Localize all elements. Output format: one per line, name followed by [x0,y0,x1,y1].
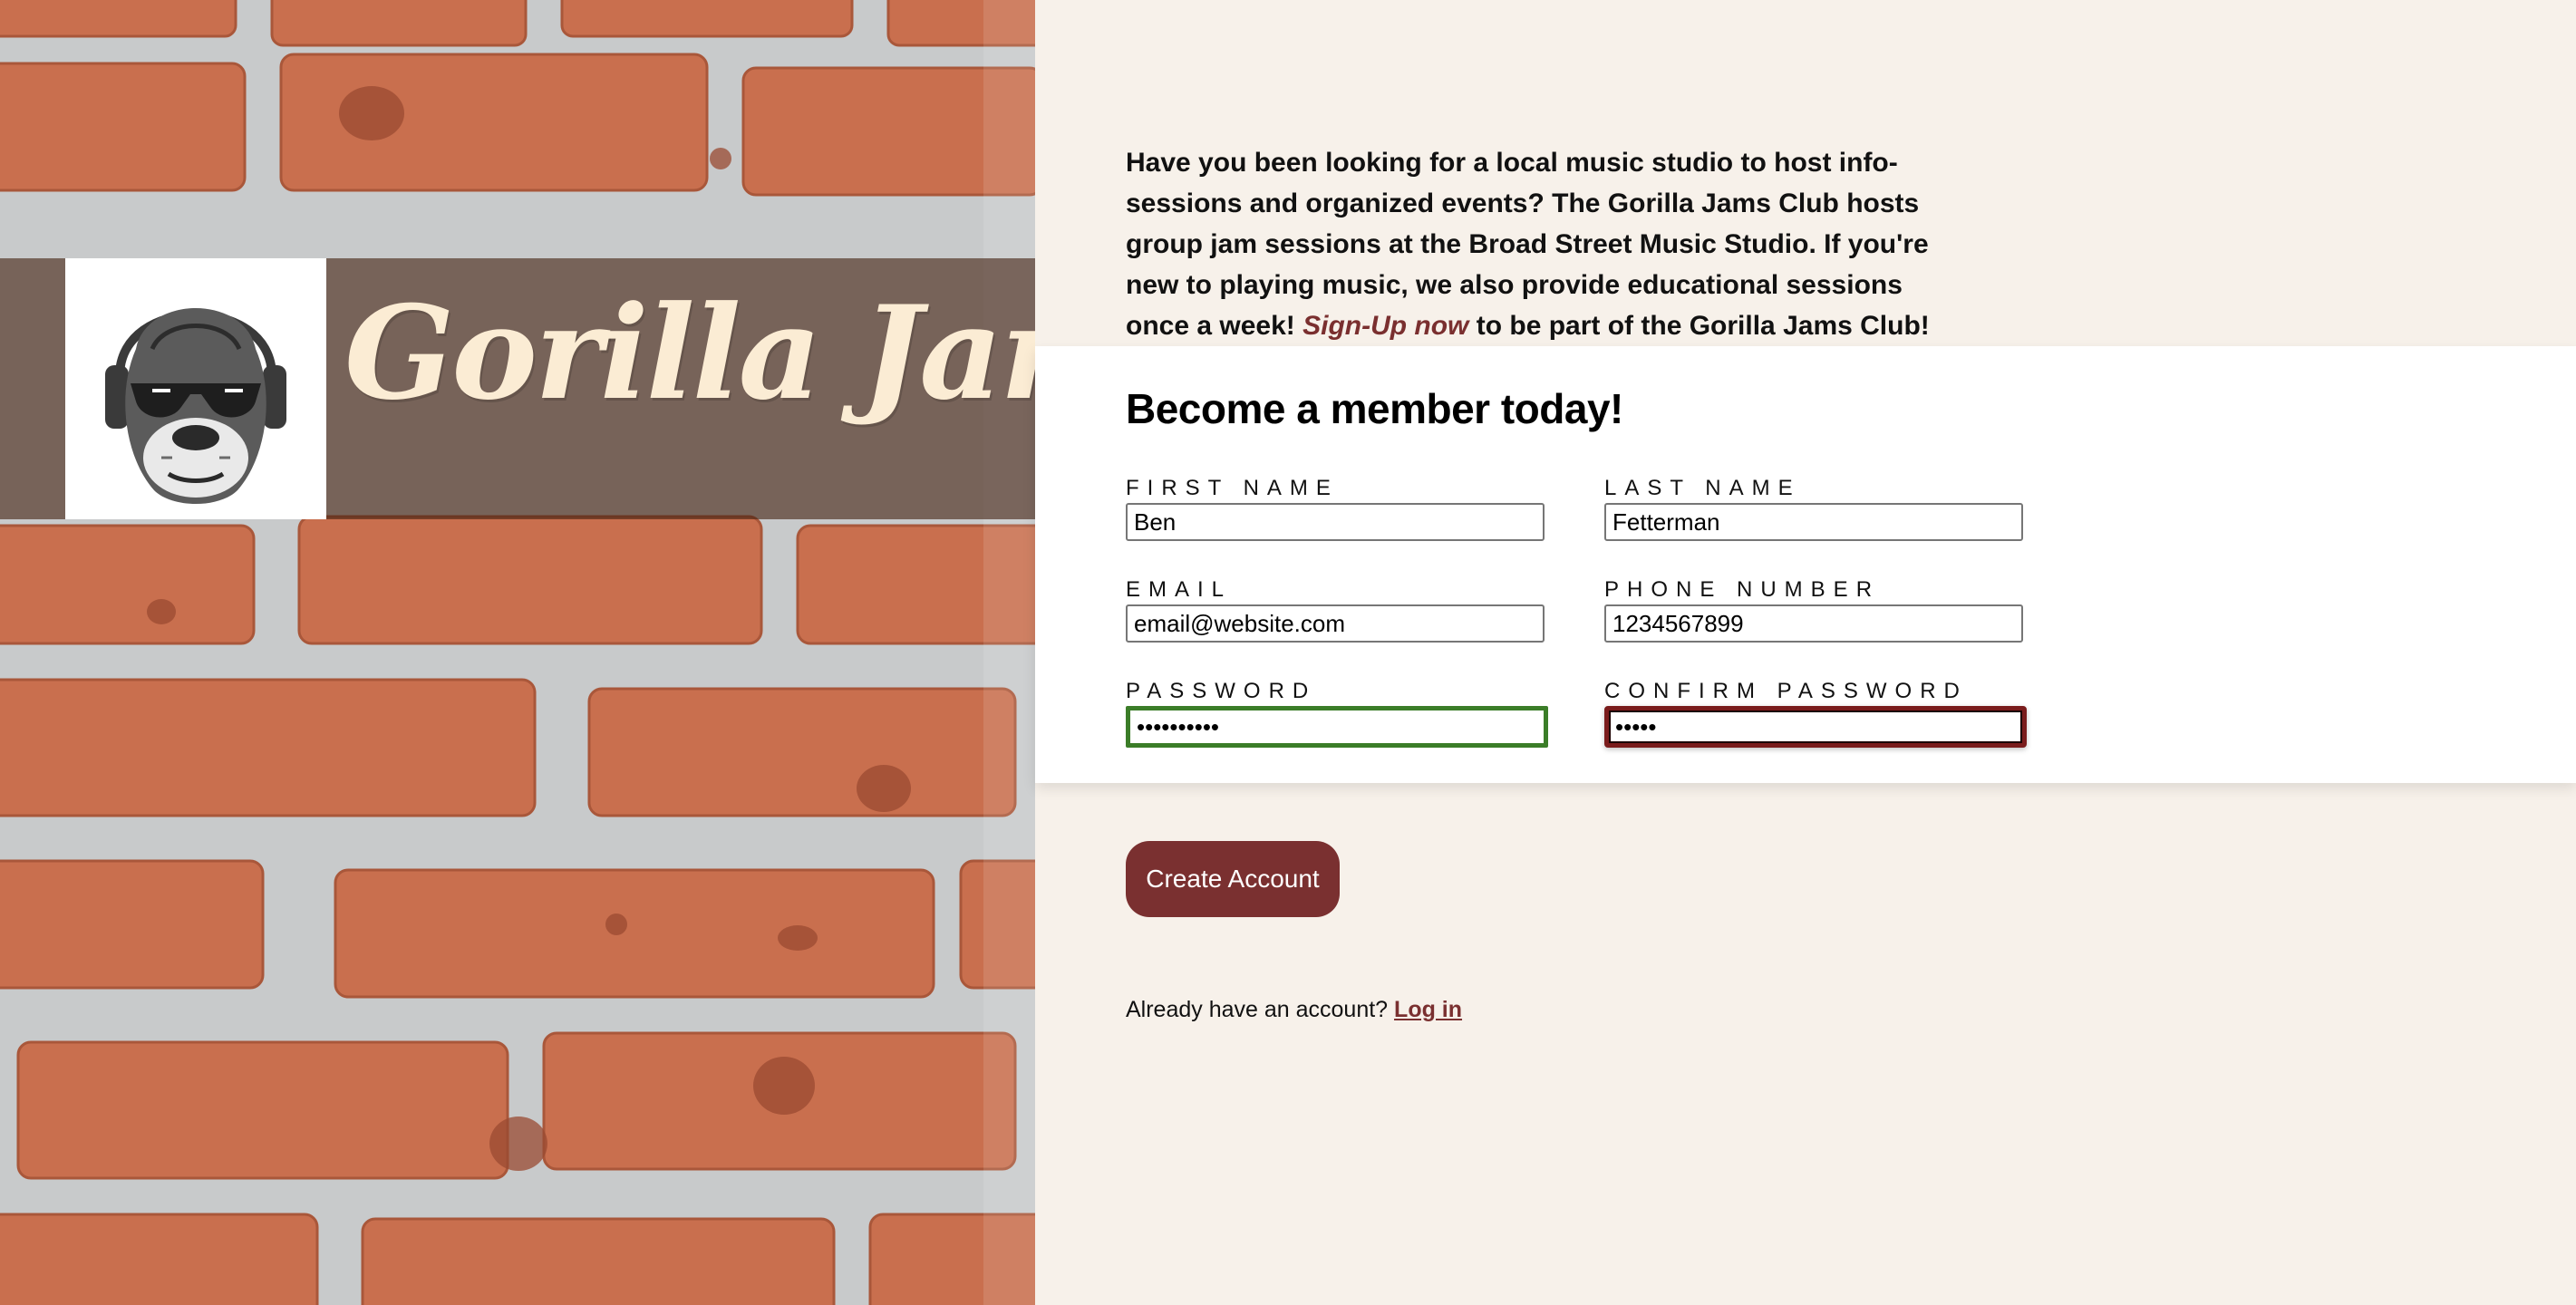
last-name-input[interactable] [1604,503,2023,541]
last-name-group: LAST NAME [1604,478,2023,541]
confirm-password-input[interactable] [1604,706,2027,748]
password-label: PASSWORD [1126,679,1317,703]
first-name-label: FIRST NAME [1126,476,1339,500]
email-label: EMAIL [1126,577,1233,602]
brick-wall-background [0,0,1035,1305]
first-name-input[interactable] [1126,503,1545,541]
brand-logo-text: Gorilla Jams [344,278,1035,429]
login-link[interactable]: Log in [1394,997,1462,1022]
first-name-group: FIRST NAME [1126,478,1545,541]
phone-number-input[interactable] [1604,604,2023,643]
membership-form-card: Become a member today! FIRST NAME LAST N… [1035,346,2576,783]
form-title: Become a member today! [1126,385,1623,432]
phone-number-label: PHONE NUMBER [1604,577,1881,602]
gorilla-with-headphones-icon [105,308,286,504]
password-input[interactable] [1126,706,1548,748]
login-prompt-text: Already have an account? [1126,997,1395,1022]
last-name-label: LAST NAME [1604,476,1801,500]
signup-now-link[interactable]: Sign-Up now [1303,311,1468,341]
create-account-button[interactable]: Create Account [1126,841,1340,917]
logo[interactable] [65,258,326,519]
login-prompt: Already have an account? Log in [1126,997,1462,1023]
confirm-password-group: CONFIRM PASSWORD [1604,679,2027,748]
password-group: PASSWORD [1126,679,1548,748]
confirm-password-label: CONFIRM PASSWORD [1604,679,1968,703]
intro-paragraph: Have you been looking for a local music … [1126,142,1951,346]
phone-number-group: PHONE NUMBER [1604,579,2023,643]
email-input[interactable] [1126,604,1545,643]
brick-hero-panel: Gorilla Jams [0,0,1035,1305]
intro-text-after: to be part of the Gorilla Jams Club! [1468,311,1930,341]
email-group: EMAIL [1126,579,1545,643]
